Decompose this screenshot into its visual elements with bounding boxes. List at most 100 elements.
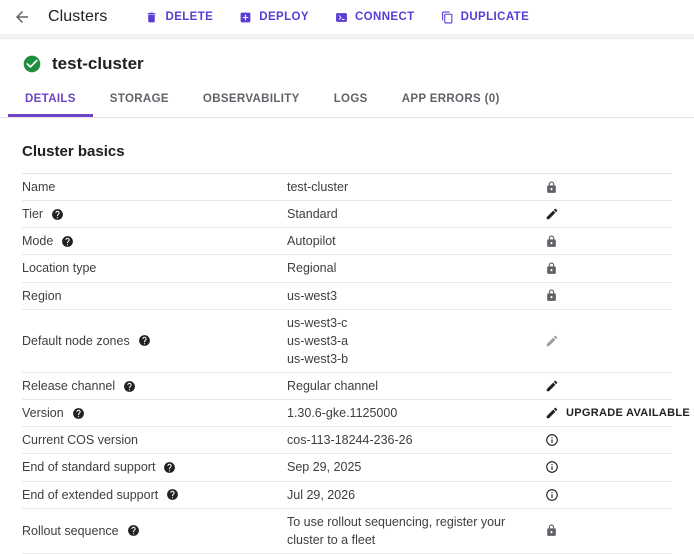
table-row-name: Nametest-cluster (22, 174, 672, 201)
row-icon-cell (545, 379, 559, 393)
table-row-mode: Mode Autopilot (22, 228, 672, 255)
table-row-tier: Tier Standard (22, 201, 672, 228)
help-icon[interactable] (138, 334, 151, 347)
tab-app-errors-0[interactable]: APP ERRORS (0) (385, 83, 517, 117)
help-icon[interactable] (127, 524, 140, 537)
row-icon-cell (545, 181, 558, 194)
row-value-line: Regional (287, 259, 537, 277)
row-label: Release channel (22, 379, 115, 393)
info-icon[interactable] (545, 460, 559, 474)
action-label: DEPLOY (259, 11, 309, 23)
edit-icon (545, 334, 559, 348)
row-icon-cell (545, 460, 559, 474)
tab-label: STORAGE (110, 93, 169, 105)
table-row-version: Version1.30.6-gke.1125000UPGRADE AVAILAB… (22, 400, 672, 427)
row-value-line: Standard (287, 205, 537, 223)
info-icon[interactable] (545, 488, 559, 502)
action-connect-button[interactable]: CONNECT (335, 9, 415, 26)
row-label: Version (22, 406, 64, 420)
row-label: Tier (22, 207, 43, 221)
row-label: Current COS version (22, 433, 138, 447)
row-label-cell: End of extended support (22, 485, 287, 505)
tab-bar: DETAILS STORAGE OBSERVABILITY LOGS APP ERROR… (0, 83, 694, 118)
row-icon-cell (545, 207, 559, 221)
app-bar: Clusters DELETE DEPLOY CONNECT DUPLICATE (0, 0, 694, 34)
edit-icon[interactable] (545, 207, 559, 221)
copy-icon (441, 11, 454, 24)
help-icon[interactable] (51, 208, 64, 221)
table-row-end-of-extended-support: End of extended support Jul 29, 2026 (22, 482, 672, 509)
row-label-cell: Mode (22, 231, 287, 251)
row-icon-cell (545, 235, 558, 248)
check-circle-icon (22, 54, 42, 74)
lock-icon (545, 289, 558, 302)
help-icon[interactable] (61, 235, 74, 248)
row-icon-cell: UPGRADE AVAILABLE (545, 406, 690, 420)
header-actions: DELETE DEPLOY CONNECT DUPLICATE (145, 9, 529, 26)
row-value-line: To use rollout sequencing, register your… (287, 513, 537, 549)
row-value-line: us-west3-b (287, 350, 537, 368)
table-row-current-cos-version: Current COS versioncos-113-18244-236-26 (22, 427, 672, 454)
row-icon-cell (545, 433, 559, 447)
row-icon-cell (545, 524, 558, 537)
table-row-release-channel: Release channel Regular channel (22, 373, 672, 400)
row-value-line: us-west3-a (287, 332, 537, 350)
info-icon[interactable] (545, 433, 559, 447)
help-icon[interactable] (166, 488, 179, 501)
row-label: End of extended support (22, 488, 158, 502)
cluster-name: test-cluster (52, 54, 144, 74)
page-title: Clusters (48, 8, 107, 26)
row-value-line: us-west3 (287, 287, 537, 305)
help-icon[interactable] (72, 407, 85, 420)
tab-logs[interactable]: LOGS (317, 83, 385, 117)
row-icon-cell (545, 262, 558, 275)
row-value-line: Sep 29, 2025 (287, 458, 537, 476)
row-value: Regional (287, 255, 545, 281)
main-content: test-cluster DETAILS STORAGE OBSERVABILITY… (0, 54, 694, 554)
lock-icon (545, 262, 558, 275)
cluster-details-page: Clusters DELETE DEPLOY CONNECT DUPLICATE te… (0, 0, 694, 554)
tab-observability[interactable]: OBSERVABILITY (186, 83, 317, 117)
row-value-line: 1.30.6-gke.1125000 (287, 404, 537, 422)
lock-icon (545, 235, 558, 248)
table-row-location-type: Location typeRegional (22, 255, 672, 282)
row-value: Autopilot (287, 228, 545, 254)
back-button[interactable] (8, 3, 36, 31)
table-row-default-node-zones: Default node zonesus-west3-cus-west3-aus… (22, 310, 672, 373)
row-label: Rollout sequence (22, 524, 119, 538)
edit-icon[interactable] (545, 406, 559, 420)
action-deploy-button[interactable]: DEPLOY (239, 9, 309, 26)
action-label: DUPLICATE (461, 11, 530, 23)
row-label-cell: Version (22, 403, 287, 423)
row-value-line: us-west3-c (287, 314, 537, 332)
action-label: CONNECT (355, 11, 415, 23)
row-label-cell: Current COS version (22, 430, 287, 450)
row-value-line: Jul 29, 2026 (287, 486, 537, 504)
header-divider (0, 34, 694, 39)
section-title: Cluster basics (22, 143, 672, 160)
row-label: End of standard support (22, 460, 155, 474)
row-value: To use rollout sequencing, register your… (287, 509, 545, 553)
upgrade-available-link[interactable]: UPGRADE AVAILABLE (566, 407, 690, 419)
help-icon[interactable] (163, 461, 176, 474)
row-label-cell: Name (22, 177, 287, 197)
row-value: us-west3 (287, 283, 545, 309)
row-icon-cell (545, 488, 559, 502)
row-icon-cell (545, 334, 559, 348)
action-delete-button[interactable]: DELETE (145, 9, 213, 26)
help-icon[interactable] (123, 380, 136, 393)
row-value: Standard (287, 201, 545, 227)
row-label: Mode (22, 234, 53, 248)
row-value: Jul 29, 2026 (287, 482, 545, 508)
row-label-cell: Location type (22, 258, 287, 278)
edit-icon[interactable] (545, 379, 559, 393)
tab-details[interactable]: DETAILS (8, 83, 93, 117)
row-value-line: Regular channel (287, 377, 537, 395)
action-duplicate-button[interactable]: DUPLICATE (441, 9, 530, 26)
tab-label: LOGS (334, 93, 368, 105)
row-label-cell: Tier (22, 204, 287, 224)
arrow-left-icon (13, 8, 31, 26)
terminal-icon (335, 11, 348, 24)
row-label-cell: Release channel (22, 376, 287, 396)
tab-storage[interactable]: STORAGE (93, 83, 186, 117)
